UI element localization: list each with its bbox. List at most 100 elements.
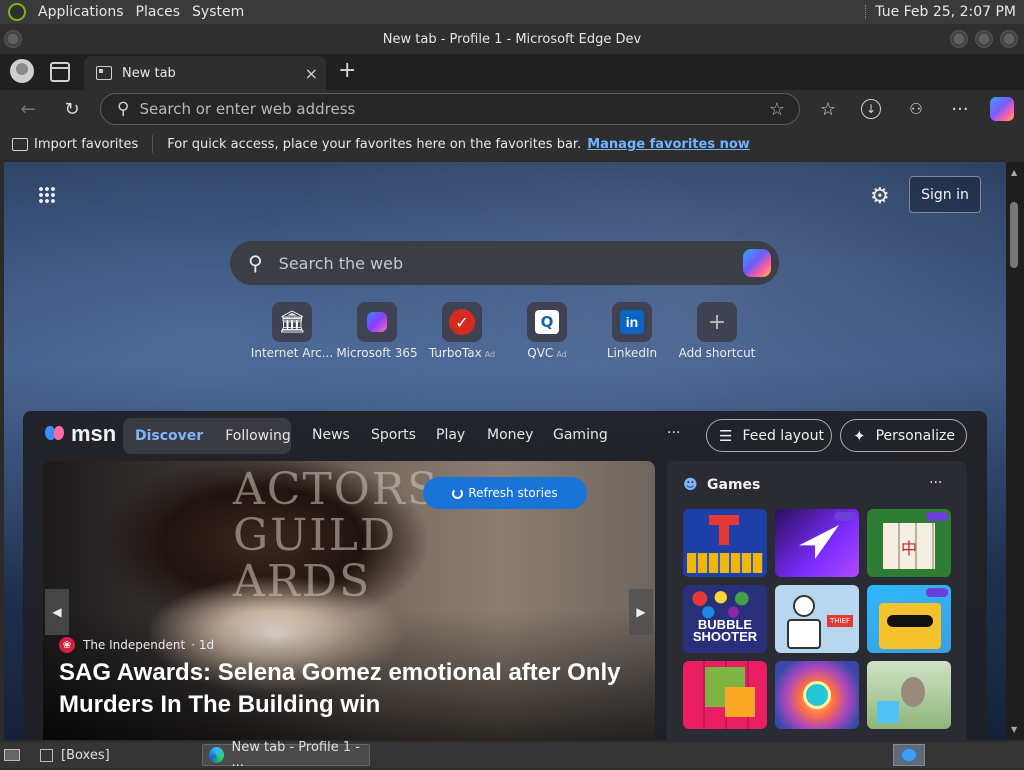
window-menu-button[interactable] xyxy=(4,30,22,48)
games-title[interactable]: Games xyxy=(707,477,760,493)
manage-favorites-link[interactable]: Manage favorites now xyxy=(587,137,750,152)
game-tile-bunny-jigsaw[interactable] xyxy=(867,661,951,729)
folder-icon xyxy=(12,137,28,151)
task-boxes[interactable]: [Boxes] xyxy=(40,744,110,766)
bunny xyxy=(901,677,925,707)
rocket-shape xyxy=(799,525,839,559)
game-tile-stickman[interactable]: THIEF xyxy=(775,585,859,653)
scroll-up-icon[interactable]: ▲ xyxy=(1011,168,1017,177)
address-placeholder: Search or enter web address xyxy=(139,100,356,118)
panel-grip xyxy=(865,5,867,19)
copilot-search-icon[interactable] xyxy=(743,249,771,277)
shortcut-linkedin[interactable]: in LinkedIn xyxy=(590,302,674,360)
shortcut-internet-archive[interactable]: 🏛 Internet Arc... xyxy=(250,302,334,360)
game-tile-blocks[interactable] xyxy=(683,509,767,577)
copilot-icon[interactable] xyxy=(990,97,1014,121)
back-icon[interactable]: ← xyxy=(16,97,40,121)
stick-head xyxy=(793,595,815,617)
profile-avatar[interactable] xyxy=(10,59,34,83)
close-window-button[interactable] xyxy=(1000,30,1018,48)
shortcut-turbotax[interactable]: ✓ TurboTax Ad xyxy=(420,302,504,360)
downloads-icon[interactable]: ↓ xyxy=(861,99,881,119)
page-scrollbar[interactable]: ▲ ▼ xyxy=(1006,162,1024,740)
game-tile-bubble-shooter[interactable]: BUBBLE SHOOTER xyxy=(683,585,767,653)
personalize-button[interactable]: ✦ Personalize xyxy=(840,419,967,452)
maximize-button[interactable] xyxy=(975,30,993,48)
game-tile-block-puzzle[interactable] xyxy=(683,661,767,729)
workspace-switcher[interactable] xyxy=(893,744,925,766)
sign-in-button[interactable]: Sign in xyxy=(909,176,981,213)
new-tab-button[interactable]: + xyxy=(338,58,356,83)
system-menu[interactable]: System xyxy=(186,0,250,24)
window-titlebar[interactable]: New tab - Profile 1 - Microsoft Edge Dev xyxy=(0,24,1024,54)
gnome-foot-icon[interactable] xyxy=(8,3,26,21)
hero-story-card[interactable]: ACTORS GUILD ARDS Refresh stories ◀ ▶ ❀ … xyxy=(43,461,655,740)
game-tile-mahjong[interactable]: 中 xyxy=(867,509,951,577)
shortcut-microsoft-365[interactable]: Microsoft 365 xyxy=(335,302,419,360)
nav-sports[interactable]: Sports xyxy=(371,427,416,443)
msn-logo[interactable]: msn xyxy=(45,421,116,447)
carousel-next-icon[interactable]: ▶ xyxy=(629,589,653,635)
tab-discover[interactable]: Discover xyxy=(135,428,203,444)
minimize-button[interactable] xyxy=(950,30,968,48)
gem xyxy=(803,681,831,709)
games-card: ☻ Games ··· 中 BUBBLE SHOOTER THIEF xyxy=(667,461,967,740)
thief-sign: THIEF xyxy=(827,615,853,627)
browser-toolbar: ← ↻ ⚲ Search or enter web address ☆ ☆ ↓ … xyxy=(0,90,1024,128)
scroll-down-icon[interactable]: ▼ xyxy=(1011,725,1017,734)
carousel-prev-icon[interactable]: ◀ xyxy=(45,589,69,635)
shortcut-qvc[interactable]: Q QVC Ad xyxy=(505,302,589,360)
shortcut-label: Add shortcut xyxy=(678,346,756,360)
import-favorites-button[interactable]: Import favorites xyxy=(12,137,138,152)
story-age: · 1d xyxy=(191,638,215,652)
add-shortcut-icon: + xyxy=(697,302,737,342)
nav-money[interactable]: Money xyxy=(487,427,533,443)
tab-following[interactable]: Following xyxy=(225,428,291,444)
reload-icon[interactable]: ↻ xyxy=(60,97,84,121)
games-more-button[interactable]: ··· xyxy=(929,475,942,491)
hero-headline[interactable]: SAG Awards: Selena Gomez emotional after… xyxy=(59,657,639,721)
clock[interactable]: Tue Feb 25, 2:07 PM xyxy=(875,4,1016,20)
tab-actions-icon[interactable] xyxy=(50,62,70,82)
close-tab-icon[interactable]: × xyxy=(305,64,318,83)
settings-more-icon[interactable]: ··· xyxy=(948,97,972,121)
shortcut-label: QVC Ad xyxy=(505,346,589,360)
tab-label: New tab xyxy=(122,65,176,81)
favorites-icon[interactable]: ☆ xyxy=(816,97,840,121)
new-tab-page: ⚙ Sign in ⚲ Search the web 🏛 Internet Ar… xyxy=(4,162,1006,740)
nav-gaming[interactable]: Gaming xyxy=(553,427,608,443)
boxes-window-icon xyxy=(40,748,53,762)
newtab-page-icon xyxy=(96,66,112,80)
nav-news[interactable]: News xyxy=(312,427,350,443)
source-name[interactable]: The Independent xyxy=(83,638,185,652)
sliders-icon: ☰ xyxy=(719,426,733,445)
msn-brand: msn xyxy=(71,421,117,446)
refresh-stories-button[interactable]: Refresh stories xyxy=(423,477,587,509)
places-menu[interactable]: Places xyxy=(130,0,187,24)
nav-play[interactable]: Play xyxy=(436,427,465,443)
scroll-thumb[interactable] xyxy=(1010,202,1018,268)
feed-layout-button[interactable]: ☰ Feed layout xyxy=(706,419,832,452)
favorite-star-icon[interactable]: ☆ xyxy=(769,99,785,120)
sparkle-icon: ✦ xyxy=(853,426,866,445)
favorites-bar: Import favorites For quick access, place… xyxy=(0,128,1024,160)
applications-menu[interactable]: Applications xyxy=(32,0,130,24)
page-settings-gear-icon[interactable]: ⚙ xyxy=(870,184,890,209)
web-search-box[interactable]: ⚲ Search the web xyxy=(230,241,779,285)
extensions-icon[interactable]: ⚇ xyxy=(904,97,928,121)
shortcut-label: Microsoft 365 xyxy=(336,346,418,360)
more-nav-button[interactable]: ··· xyxy=(667,425,680,441)
msn-butterfly-icon xyxy=(45,424,67,444)
game-tile-rocket[interactable] xyxy=(775,509,859,577)
task-edge[interactable]: New tab - Profile 1 - ... xyxy=(202,740,370,770)
show-desktop-icon[interactable] xyxy=(4,744,24,766)
edge-dev-icon xyxy=(209,747,224,763)
tab-new-tab[interactable]: New tab × xyxy=(84,56,326,90)
favbar-divider xyxy=(152,135,154,153)
game-tile-gems[interactable] xyxy=(775,661,859,729)
shortcut-add[interactable]: + Add shortcut xyxy=(675,302,759,360)
refresh-icon xyxy=(452,487,464,499)
address-bar[interactable]: ⚲ Search or enter web address ☆ xyxy=(100,93,800,125)
game-tile-cool-box[interactable] xyxy=(867,585,951,653)
app-launcher-icon[interactable] xyxy=(38,186,56,204)
